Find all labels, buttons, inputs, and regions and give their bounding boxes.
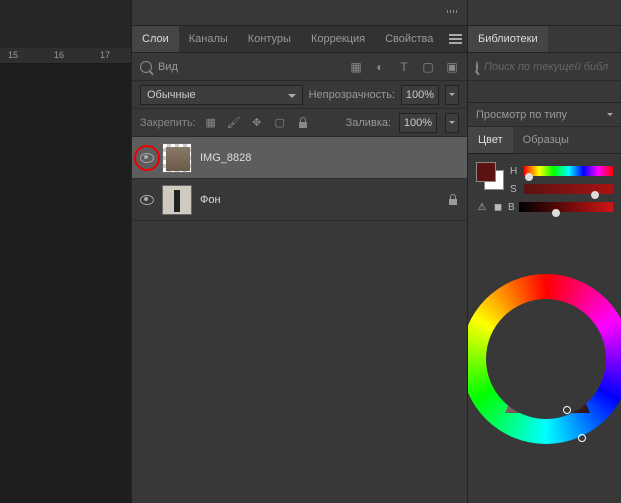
gamut-warning-icon[interactable]: ⚠: [476, 201, 488, 213]
lock-paint-icon[interactable]: 🖌: [227, 116, 241, 130]
layer-thumbnail[interactable]: [162, 185, 192, 215]
collapse-icon[interactable]: [447, 10, 459, 13]
tab-paths[interactable]: Контуры: [238, 26, 301, 52]
canvas[interactable]: [0, 64, 131, 503]
foreground-swatch[interactable]: [476, 162, 496, 182]
spacer: [468, 81, 621, 103]
panel-tabs: Слои Каналы Контуры Коррекция Свойства: [132, 26, 467, 53]
lock-icon: [447, 194, 459, 206]
bri-label: B: [508, 202, 515, 213]
hamburger-icon: [449, 34, 462, 44]
panel-menu-button[interactable]: [443, 26, 467, 52]
opacity-label: Непрозрачность:: [309, 89, 395, 101]
opacity-slider-button[interactable]: [445, 85, 459, 105]
right-panel: Библиотеки Просмотр по типу Цвет Образцы…: [467, 0, 621, 503]
color-triangle[interactable]: [505, 318, 590, 413]
lock-transparency-icon[interactable]: ▦: [204, 116, 218, 130]
ruler-tick: 17: [100, 50, 110, 60]
library-search[interactable]: [468, 53, 621, 81]
layers-panel: Слои Каналы Контуры Коррекция Свойства В…: [131, 0, 467, 503]
hue-picker-indicator[interactable]: [578, 434, 586, 442]
ruler-tick: 16: [54, 50, 64, 60]
tab-properties[interactable]: Свойства: [375, 26, 443, 52]
lock-icons: ▦ 🖌 ✥ ▢: [204, 116, 310, 130]
layer-row[interactable]: IMG_8828: [132, 137, 467, 179]
lock-all-icon[interactable]: [296, 116, 310, 130]
layer-name[interactable]: Фон: [200, 194, 221, 206]
sat-label: S: [510, 184, 520, 195]
layer-list: IMG_8828 Фон: [132, 137, 467, 237]
filter-smart-icon[interactable]: ▣: [445, 60, 459, 74]
blend-mode-select[interactable]: Обычные: [140, 85, 303, 105]
panel-header-bar: [132, 0, 467, 26]
search-icon[interactable]: [140, 61, 152, 73]
filter-adjust-icon[interactable]: ◐: [373, 60, 387, 74]
fill-label: Заливка:: [346, 117, 391, 129]
tab-color[interactable]: Цвет: [468, 127, 513, 153]
visibility-toggle[interactable]: [140, 195, 154, 205]
ruler-tick: 15: [8, 50, 18, 60]
tab-adjustments[interactable]: Коррекция: [301, 26, 375, 52]
tab-libraries[interactable]: Библиотеки: [468, 26, 548, 52]
lock-fill-row: Закрепить: ▦ 🖌 ✥ ▢ Заливка: 100%: [132, 109, 467, 137]
canvas-area: 15 16 17: [0, 0, 131, 503]
blend-opacity-row: Обычные Непрозрачность: 100%: [132, 81, 467, 109]
gamut-swatch[interactable]: ◼: [492, 201, 504, 213]
visibility-toggle[interactable]: [140, 153, 154, 163]
brightness-slider[interactable]: [519, 202, 613, 212]
filter-pixel-icon[interactable]: ▦: [349, 60, 363, 74]
color-wheel-area: [468, 264, 621, 494]
color-panel: H S ⚠ ◼ B: [468, 154, 621, 264]
saturation-slider[interactable]: [524, 184, 613, 194]
fill-slider-button[interactable]: [445, 113, 459, 133]
lock-artboard-icon[interactable]: ▢: [273, 116, 287, 130]
layer-row[interactable]: Фон: [132, 179, 467, 221]
lock-label: Закрепить:: [140, 117, 196, 129]
tab-layers[interactable]: Слои: [132, 26, 179, 52]
opacity-value[interactable]: 100%: [401, 85, 439, 105]
view-by-type-dropdown[interactable]: Просмотр по типу: [468, 103, 621, 127]
ruler: 15 16 17: [0, 48, 131, 64]
layer-thumbnail[interactable]: [162, 143, 192, 173]
lock-position-icon[interactable]: ✥: [250, 116, 264, 130]
tab-channels[interactable]: Каналы: [179, 26, 238, 52]
filter-icons: ▦ ◐ T ▢ ▣: [349, 60, 459, 74]
library-search-input[interactable]: [484, 61, 621, 73]
fg-bg-swatches[interactable]: [476, 162, 504, 190]
filter-kind-label[interactable]: Вид: [158, 61, 178, 73]
fill-value[interactable]: 100%: [399, 113, 437, 133]
hue-slider[interactable]: [524, 166, 613, 176]
color-tabs: Цвет Образцы: [468, 127, 621, 154]
hue-label: H: [510, 166, 520, 177]
search-icon: [476, 61, 478, 73]
filter-type-icon[interactable]: T: [397, 60, 411, 74]
filter-shape-icon[interactable]: ▢: [421, 60, 435, 74]
libraries-tabs: Библиотеки: [468, 26, 621, 53]
color-wheel[interactable]: [468, 274, 621, 444]
tab-swatches[interactable]: Образцы: [513, 127, 579, 153]
color-picker-indicator[interactable]: [563, 406, 571, 414]
layer-name[interactable]: IMG_8828: [200, 152, 251, 164]
panel-header-bar: [468, 0, 621, 26]
layer-filter-row: Вид ▦ ◐ T ▢ ▣: [132, 53, 467, 81]
